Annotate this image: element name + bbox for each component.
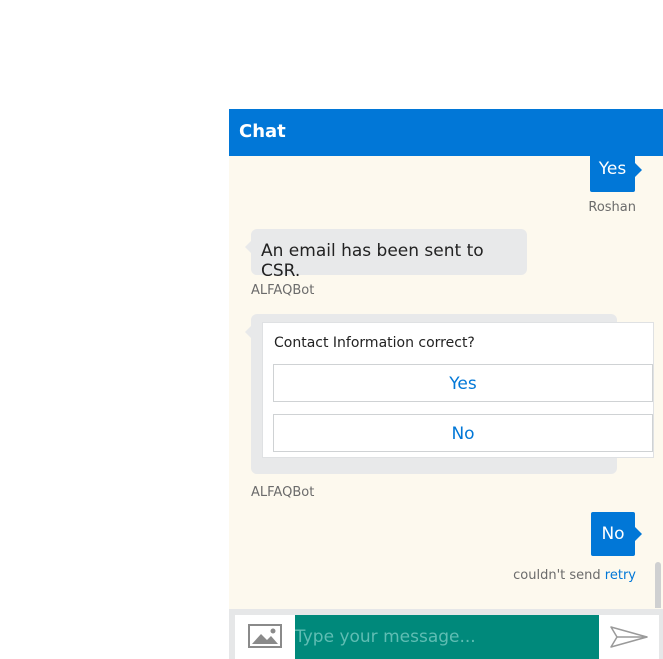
user-message-bubble: No <box>591 512 642 556</box>
sender-name: Roshan <box>588 200 636 215</box>
send-failed-text: couldn't send <box>513 568 601 583</box>
bot-message-bubble: An email has been sent to CSR. <box>245 229 527 281</box>
question-card: Contact Information correct? Yes No <box>262 322 654 458</box>
bot-card-bubble: Contact Information correct? Yes No <box>245 314 654 474</box>
chat-header: Chat <box>229 109 663 156</box>
message-input[interactable] <box>295 615 599 659</box>
user-message-text: Yes <box>598 159 627 179</box>
user-message-text: No <box>601 524 625 544</box>
scrollbar[interactable] <box>655 562 661 608</box>
user-message-bubble: Yes <box>590 156 642 192</box>
card-question: Contact Information correct? <box>274 335 475 351</box>
yes-option-button[interactable]: Yes <box>273 364 653 402</box>
retry-link[interactable]: retry <box>605 568 636 583</box>
chat-panel: Chat Yes Roshan An email has been sent t… <box>229 109 663 659</box>
attach-image-button[interactable] <box>235 615 295 659</box>
no-option-button[interactable]: No <box>273 414 653 452</box>
send-status: couldn't send retry <box>513 568 636 583</box>
sender-name: ALFAQBot <box>251 485 315 500</box>
send-button[interactable] <box>599 615 659 659</box>
send-icon <box>610 626 648 648</box>
chat-title: Chat <box>239 121 286 142</box>
bot-message-text: An email has been sent to CSR. <box>261 241 484 281</box>
message-list[interactable]: Yes Roshan An email has been sent to CSR… <box>229 156 663 608</box>
sender-name: ALFAQBot <box>251 283 315 298</box>
image-icon <box>248 624 282 648</box>
composer-bar <box>229 609 663 659</box>
